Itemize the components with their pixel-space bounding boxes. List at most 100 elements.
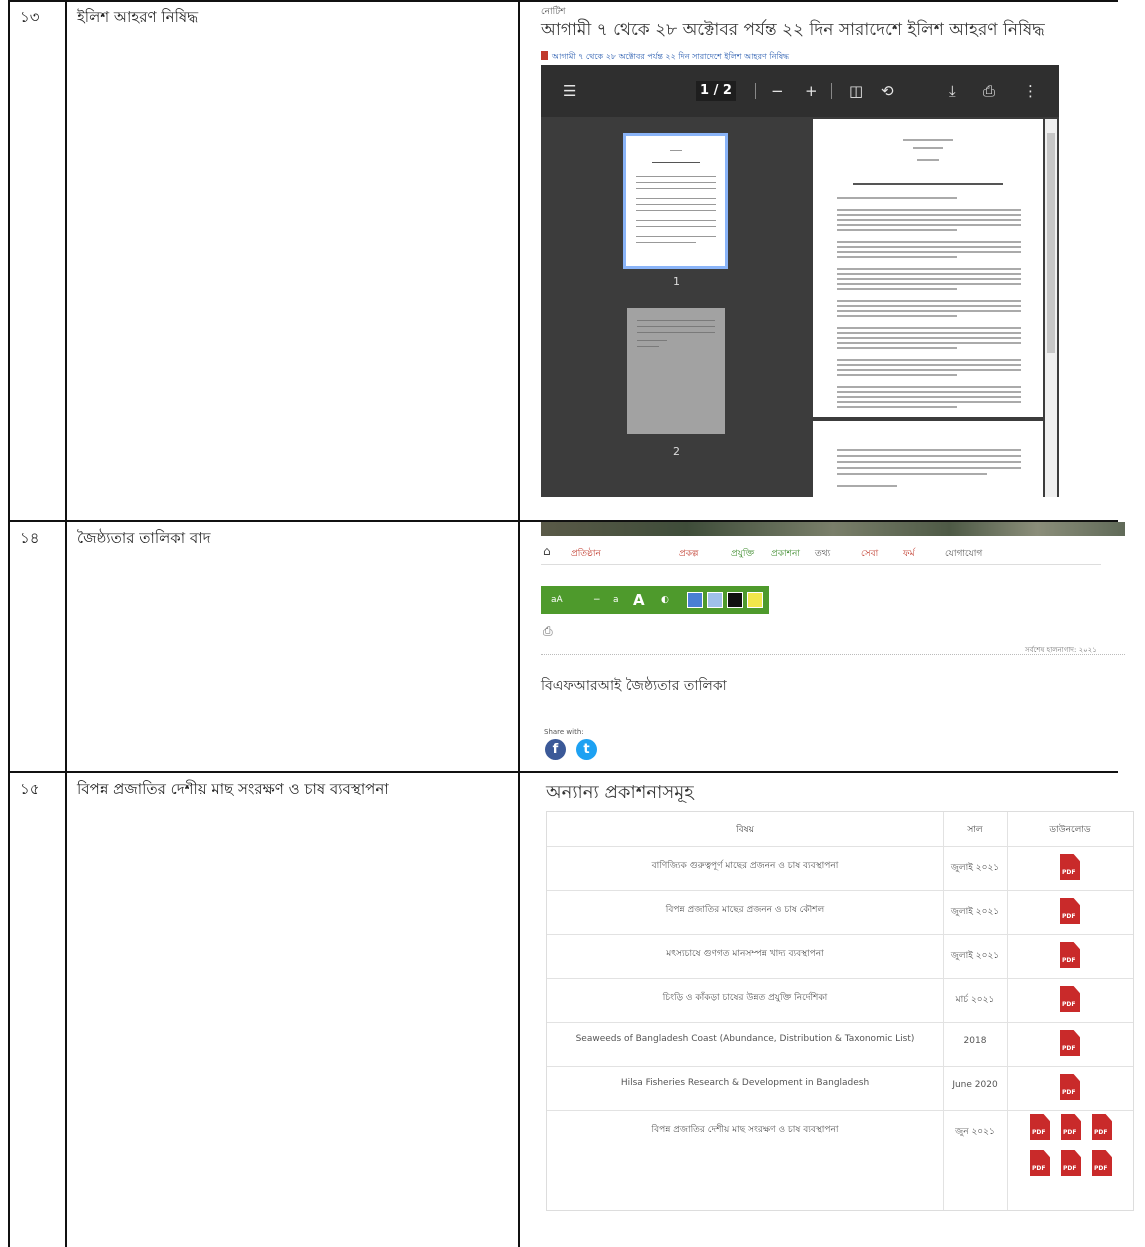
pdf-scrollbar-thumb[interactable] [1047, 133, 1055, 353]
facebook-icon[interactable]: f [545, 739, 566, 760]
table-border-left [8, 0, 10, 1247]
row-line [547, 934, 1133, 935]
print-icon[interactable]: ⎙ [543, 624, 553, 639]
decrease-font-icon[interactable]: − [593, 595, 601, 605]
color-swatch-blue[interactable] [687, 592, 703, 608]
pdf-text-line [837, 347, 957, 349]
publications-heading: অন্যান্য প্রকাশনাসমূহ [546, 782, 694, 803]
pdf-text-line [837, 327, 1021, 329]
nav-item-6[interactable]: সেবা [861, 546, 878, 561]
pdf-text-line [837, 214, 1021, 216]
thumb-text-line [636, 210, 716, 211]
thumb-text-line [636, 176, 716, 177]
notice-headline: আগামী ৭ থেকে ২৮ অক্টোবর পর্যন্ত ২২ দিন স… [541, 20, 1045, 40]
rotate-icon[interactable]: ⟲ [881, 81, 894, 101]
publications-table: বিষয় সাল ডাউনলোড বাণিজ্যিক গুরুত্বপূর্ণ… [546, 811, 1134, 1211]
pdf-file-icon [541, 51, 548, 60]
pdf-download-icon[interactable] [1060, 1074, 1080, 1100]
site-navbar: ⌂ প্রতিষ্ঠান প্রকল্প প্রযুক্তি প্রকাশনা … [541, 540, 1125, 562]
color-swatch-black[interactable] [727, 592, 743, 608]
pdf-download-icon[interactable] [1030, 1114, 1050, 1140]
pdf-download-icon[interactable] [1061, 1114, 1081, 1140]
nav-item-1[interactable]: প্রতিষ্ঠান [571, 546, 601, 561]
thumb-text-line [637, 326, 715, 327]
download-icon[interactable]: ⤓ [949, 81, 956, 101]
pdf-download-icon[interactable] [1060, 986, 1080, 1012]
nav-item-8[interactable]: যোগাযোগ [945, 546, 982, 561]
thumb-text-line [652, 162, 700, 163]
thumb-text-line [636, 220, 716, 221]
nav-item-2[interactable]: প্রকল্প [679, 546, 698, 561]
pdf-download-icon[interactable] [1061, 1150, 1081, 1176]
pdf-download-icon[interactable] [1092, 1150, 1112, 1176]
thumb-text-line [636, 242, 696, 243]
text-size-icon[interactable]: aA [551, 595, 563, 605]
toolbar-separator [755, 83, 756, 99]
pdf-download-icon[interactable] [1060, 898, 1080, 924]
page-heading: বিএফআরআই জৈষ্ঠ্যতার তালিকা [541, 678, 727, 694]
pdf-text-line [837, 305, 1021, 307]
thumb-text-line [636, 236, 716, 237]
pdf-text-line [837, 283, 1021, 285]
pdf-download-icon[interactable] [1060, 942, 1080, 968]
table-border-top [8, 0, 1118, 2]
color-swatch-light[interactable] [707, 592, 723, 608]
column-divider-1 [65, 0, 67, 1247]
toolbar-separator [831, 83, 832, 99]
page-thumbnail-1[interactable] [623, 133, 728, 269]
twitter-icon[interactable]: t [576, 739, 597, 760]
color-swatch-yellow[interactable] [747, 592, 763, 608]
header-year: সাল [967, 825, 983, 835]
page-thumbnail-2[interactable] [627, 308, 725, 434]
pdf-text-line [837, 386, 1021, 388]
page-indicator[interactable]: 1 / 2 [696, 81, 736, 101]
pdf-download-icon[interactable] [1060, 854, 1080, 880]
pdf-text-line [837, 209, 1021, 211]
nav-item-7[interactable]: ফর্ম [903, 546, 915, 561]
thumbnail-label-1: 1 [673, 275, 680, 288]
pdf-text-line [853, 183, 1003, 185]
pdf-text-line [837, 406, 957, 408]
pdf-text-line [837, 461, 1021, 463]
publication-date: জুলাই ২০২১ [950, 907, 1000, 917]
publication-title: Seaweeds of Bangladesh Coast (Abundance,… [575, 1034, 915, 1044]
publication-title: বাণিজ্যিক গুরুত্বপূর্ণ মাছের প্রজনন ও চা… [651, 861, 839, 871]
pdf-text-line [837, 473, 987, 475]
pdf-viewer: ☰ 1 / 2 − + ◫ ⟲ ⤓ ⎙ ⋮ 1 2 [541, 65, 1059, 497]
color-mode-icon[interactable]: ◐ [661, 595, 669, 605]
publication-title: বিপন্ন প্রজাতির মাছের প্রজনন ও চাষ কৌশল [665, 905, 825, 915]
nav-item-4[interactable]: প্রকাশনা [771, 546, 800, 561]
nav-item-3[interactable]: প্রযুক্তি [731, 546, 754, 561]
pdf-text-line [837, 224, 1021, 226]
pdf-text-line [837, 359, 1021, 361]
pdf-page-1 [813, 119, 1043, 417]
pdf-text-line [837, 246, 1021, 248]
print-icon[interactable]: ⎙ [983, 81, 995, 101]
home-icon[interactable]: ⌂ [543, 544, 551, 558]
increase-font-icon[interactable]: A [633, 591, 645, 609]
fit-page-icon[interactable]: ◫ [849, 81, 863, 101]
publication-date: জুলাই ২০২১ [950, 951, 1000, 961]
pdf-link[interactable]: আগামী ৭ থেকে ২৮ অক্টোবর পর্যন্ত ২২ দিন স… [541, 51, 789, 64]
pdf-text-line [837, 455, 1021, 457]
zoom-in-icon[interactable]: + [805, 81, 818, 101]
pdf-download-icon[interactable] [1092, 1114, 1112, 1140]
pdf-page-2 [813, 421, 1043, 497]
pdf-text-line [837, 391, 1021, 393]
share-label: Share with: [544, 728, 584, 736]
pdf-text-line [837, 288, 957, 290]
header-subject: বিষয় [736, 825, 754, 835]
thumb-text-line [636, 188, 716, 189]
nav-item-5[interactable]: তথ্য [815, 546, 830, 561]
more-options-icon[interactable]: ⋮ [1023, 81, 1038, 101]
row-divider-2 [8, 771, 1118, 773]
pdf-download-icon[interactable] [1060, 1030, 1080, 1056]
normal-font-icon[interactable]: a [613, 595, 619, 605]
thumb-text-line [637, 332, 715, 333]
publication-date: 2018 [963, 1036, 987, 1046]
zoom-out-icon[interactable]: − [771, 81, 784, 101]
thumb-text-line [636, 182, 716, 183]
pdf-download-icon[interactable] [1030, 1150, 1050, 1176]
menu-icon[interactable]: ☰ [563, 81, 576, 101]
row-line [547, 1066, 1133, 1067]
